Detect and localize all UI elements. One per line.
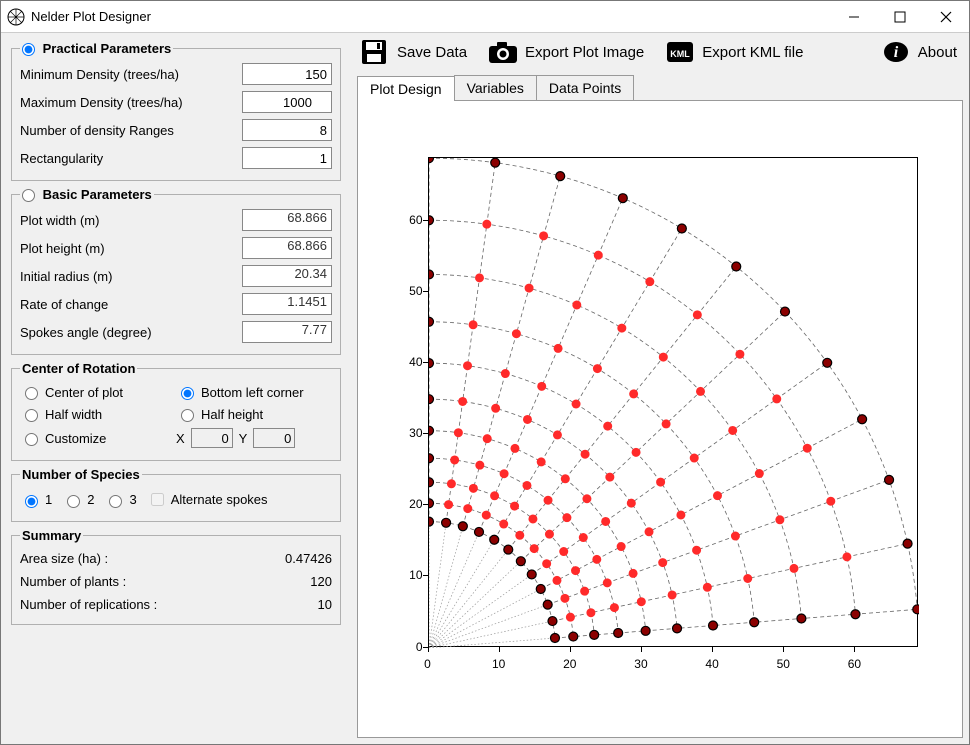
svg-text:i: i xyxy=(894,44,899,61)
species-2-option[interactable]: 2 xyxy=(62,492,94,508)
summary-legend: Summary xyxy=(22,528,81,543)
center-x-input[interactable] xyxy=(191,428,233,448)
save-icon xyxy=(359,39,391,65)
plot-width-label: Plot width (m) xyxy=(20,213,242,228)
area-size-label: Area size (ha) : xyxy=(20,551,272,566)
tab-strip: Plot Design Variables Data Points xyxy=(357,75,963,101)
close-button[interactable] xyxy=(923,1,969,32)
ranges-label: Number of density Ranges xyxy=(20,123,242,138)
bottom-left-option[interactable]: Bottom left corner xyxy=(176,384,332,400)
export-image-button[interactable]: Export Plot Image xyxy=(487,39,644,65)
center-of-rotation-group: Center of Rotation Center of plot Bottom… xyxy=(11,361,341,461)
rect-input[interactable] xyxy=(242,147,332,169)
center-y-input[interactable] xyxy=(253,428,295,448)
basic-parameters-group: Basic Parameters Plot width (m)68.866 Pl… xyxy=(11,187,341,355)
basic-legend: Basic Parameters xyxy=(43,187,152,202)
nelder-chart: 01020304050600102030405060 xyxy=(383,142,938,697)
app-icon xyxy=(7,8,25,26)
alternate-spokes-option[interactable]: Alternate spokes xyxy=(147,490,268,509)
reps-value: 10 xyxy=(272,597,332,612)
rate-of-change-value: 1.1451 xyxy=(242,293,332,315)
center-legend: Center of Rotation xyxy=(22,361,135,376)
practical-parameters-group: Practical Parameters Minimum Density (tr… xyxy=(11,41,341,181)
species-3-option[interactable]: 3 xyxy=(104,492,136,508)
spokes-angle-value: 7.77 xyxy=(242,321,332,343)
minimize-button[interactable] xyxy=(831,1,877,32)
min-density-input[interactable] xyxy=(242,63,332,85)
toolbar: Save Data Export Plot Image KML Export K… xyxy=(357,37,963,75)
customize-option[interactable]: Customize xyxy=(20,428,176,448)
app-window: Nelder Plot Designer Practical Parameter… xyxy=(0,0,970,745)
center-plot-option[interactable]: Center of plot xyxy=(20,384,176,400)
half-height-option[interactable]: Half height xyxy=(176,406,332,422)
plot-height-label: Plot height (m) xyxy=(20,241,242,256)
info-icon: i xyxy=(880,39,912,65)
rate-of-change-label: Rate of change xyxy=(20,297,242,312)
spokes-angle-label: Spokes angle (degree) xyxy=(20,325,242,340)
plot-area: 01020304050600102030405060 xyxy=(357,101,963,738)
initial-radius-value: 20.34 xyxy=(242,265,332,287)
practical-mode-radio[interactable] xyxy=(22,43,35,56)
species-legend: Number of Species xyxy=(22,467,140,482)
about-button[interactable]: i About xyxy=(880,39,957,65)
plot-width-value: 68.866 xyxy=(242,209,332,231)
plot-panel: Save Data Export Plot Image KML Export K… xyxy=(351,33,969,744)
initial-radius-label: Initial radius (m) xyxy=(20,269,242,284)
summary-group: Summary Area size (ha) :0.47426 Number o… xyxy=(11,528,341,625)
min-density-label: Minimum Density (trees/ha) xyxy=(20,67,242,82)
species-1-option[interactable]: 1 xyxy=(20,492,52,508)
svg-text:KML: KML xyxy=(671,49,691,59)
max-density-input[interactable] xyxy=(242,91,332,113)
tab-data-points[interactable]: Data Points xyxy=(536,75,634,100)
plot-height-value: 68.866 xyxy=(242,237,332,259)
area-size-value: 0.47426 xyxy=(272,551,332,566)
maximize-button[interactable] xyxy=(877,1,923,32)
reps-label: Number of replications : xyxy=(20,597,272,612)
titlebar: Nelder Plot Designer xyxy=(1,1,969,33)
tab-variables[interactable]: Variables xyxy=(454,75,537,100)
export-kml-button[interactable]: KML Export KML file xyxy=(664,39,803,65)
center-x-label: X xyxy=(176,431,185,446)
ranges-input[interactable] xyxy=(242,119,332,141)
chart-svg xyxy=(429,158,919,648)
tab-plot-design[interactable]: Plot Design xyxy=(357,76,455,101)
camera-icon xyxy=(487,39,519,65)
practical-legend: Practical Parameters xyxy=(43,41,172,56)
center-y-label: Y xyxy=(239,431,248,446)
app-title: Nelder Plot Designer xyxy=(31,9,151,24)
basic-mode-radio[interactable] xyxy=(22,189,35,202)
parameters-panel: Practical Parameters Minimum Density (tr… xyxy=(1,33,351,744)
half-width-option[interactable]: Half width xyxy=(20,406,176,422)
kml-icon: KML xyxy=(664,39,696,65)
plants-label: Number of plants : xyxy=(20,574,272,589)
species-group: Number of Species 1 2 3 Alternate spokes xyxy=(11,467,341,522)
rect-label: Rectangularity xyxy=(20,151,242,166)
save-data-button[interactable]: Save Data xyxy=(359,39,467,65)
plants-value: 120 xyxy=(272,574,332,589)
max-density-label: Maximum Density (trees/ha) xyxy=(20,95,242,110)
